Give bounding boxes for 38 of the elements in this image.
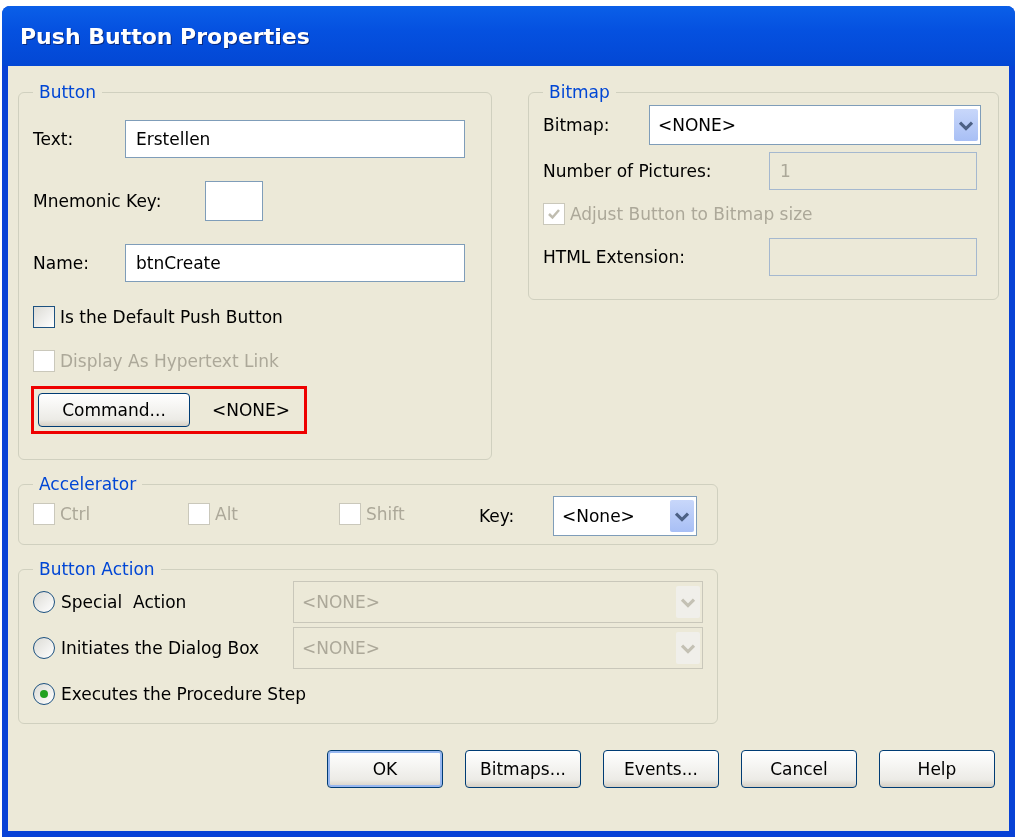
field-label: Text:	[33, 129, 75, 149]
field-label: Key:	[479, 506, 516, 526]
radio-label: Initiates the Dialog Box	[61, 638, 260, 658]
radio-label: Executes the Procedure Step	[61, 684, 307, 704]
dialog-button[interactable]: Events...	[603, 750, 719, 788]
checkbox-label: Ctrl	[60, 504, 91, 524]
name-field[interactable]: btnCreate	[125, 244, 465, 282]
radio-label: Special Action	[61, 592, 187, 612]
mnemonic-key-field[interactable]	[205, 181, 263, 221]
command-value: <NONE>	[212, 400, 291, 420]
window-title: Push Button Properties	[20, 23, 310, 49]
command-button[interactable]: Command...	[38, 393, 190, 427]
checkbox-label: Alt	[215, 504, 239, 524]
group-title: Button Action	[38, 559, 156, 579]
checkbox-label: Display As Hypertext Link	[60, 351, 279, 371]
checkbox[interactable]	[33, 306, 55, 328]
dialog-button[interactable]: Help	[879, 750, 995, 788]
key-dropdown[interactable]: <None>	[553, 496, 697, 536]
checkbox-label: Shift	[366, 504, 405, 524]
field-label: HTML Extension:	[543, 247, 686, 267]
checkbox-label: Adjust Button to Bitmap size	[570, 204, 813, 224]
field-label: Name:	[33, 253, 90, 273]
dialog-button[interactable]: OK	[327, 750, 443, 788]
radio-button[interactable]	[33, 637, 55, 659]
checkbox-label: Is the Default Push Button	[60, 307, 283, 327]
bitmap-dropdown[interactable]: <NONE>	[649, 105, 981, 145]
dialog-button[interactable]: Cancel	[741, 750, 857, 788]
field-label: Bitmap:	[543, 115, 611, 135]
dialog-button[interactable]: Bitmaps...	[465, 750, 581, 788]
checkmark-icon	[547, 207, 561, 221]
text-field[interactable]: Erstellen	[125, 120, 465, 158]
field-label: Mnemonic Key:	[33, 191, 163, 211]
group-title: Button	[38, 82, 97, 102]
radio-button[interactable]	[33, 683, 55, 705]
field-label: Number of Pictures:	[543, 161, 713, 181]
radio-button[interactable]	[33, 591, 55, 613]
group-title: Bitmap	[548, 82, 611, 102]
group-title: Accelerator	[38, 474, 138, 494]
